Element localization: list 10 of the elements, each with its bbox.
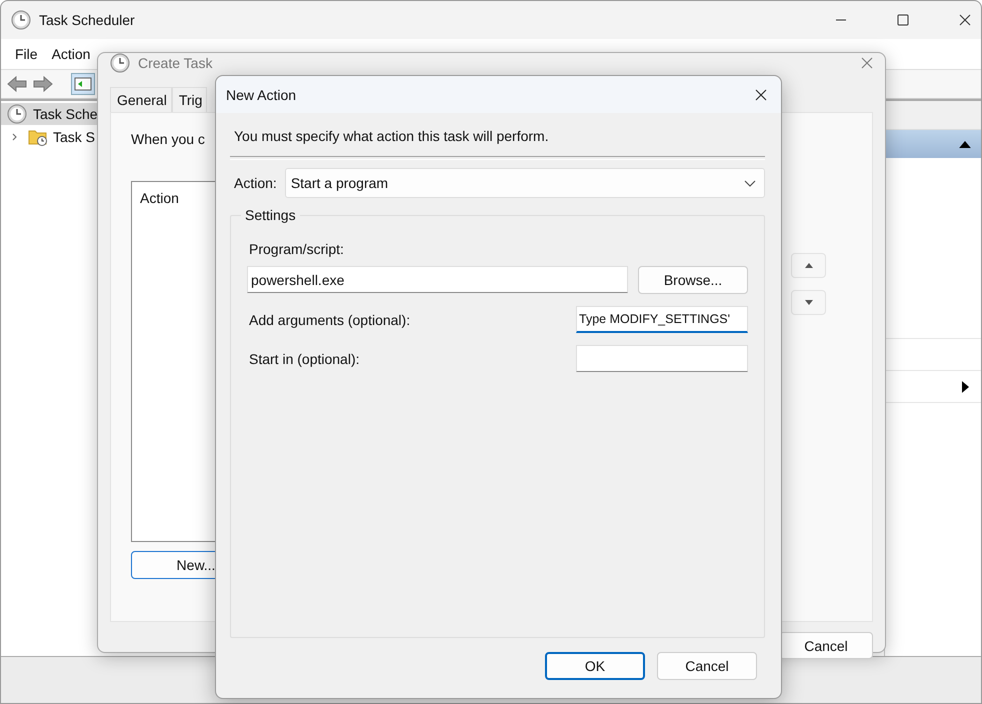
field-label: Add arguments (optional): [249,312,410,328]
field-label: Program/script: [249,241,345,257]
intro-text: When you c [131,131,205,147]
dialog-title: New Action [226,86,296,102]
window-title: Task Scheduler [39,12,135,28]
action-label: Action: [234,175,277,191]
field-label: Start in (optional): [249,350,360,366]
instruction-text: You must specify what action this task will perform. [233,128,550,144]
group-label: Settings [241,207,300,223]
dialog-title: Create Task [138,55,212,71]
